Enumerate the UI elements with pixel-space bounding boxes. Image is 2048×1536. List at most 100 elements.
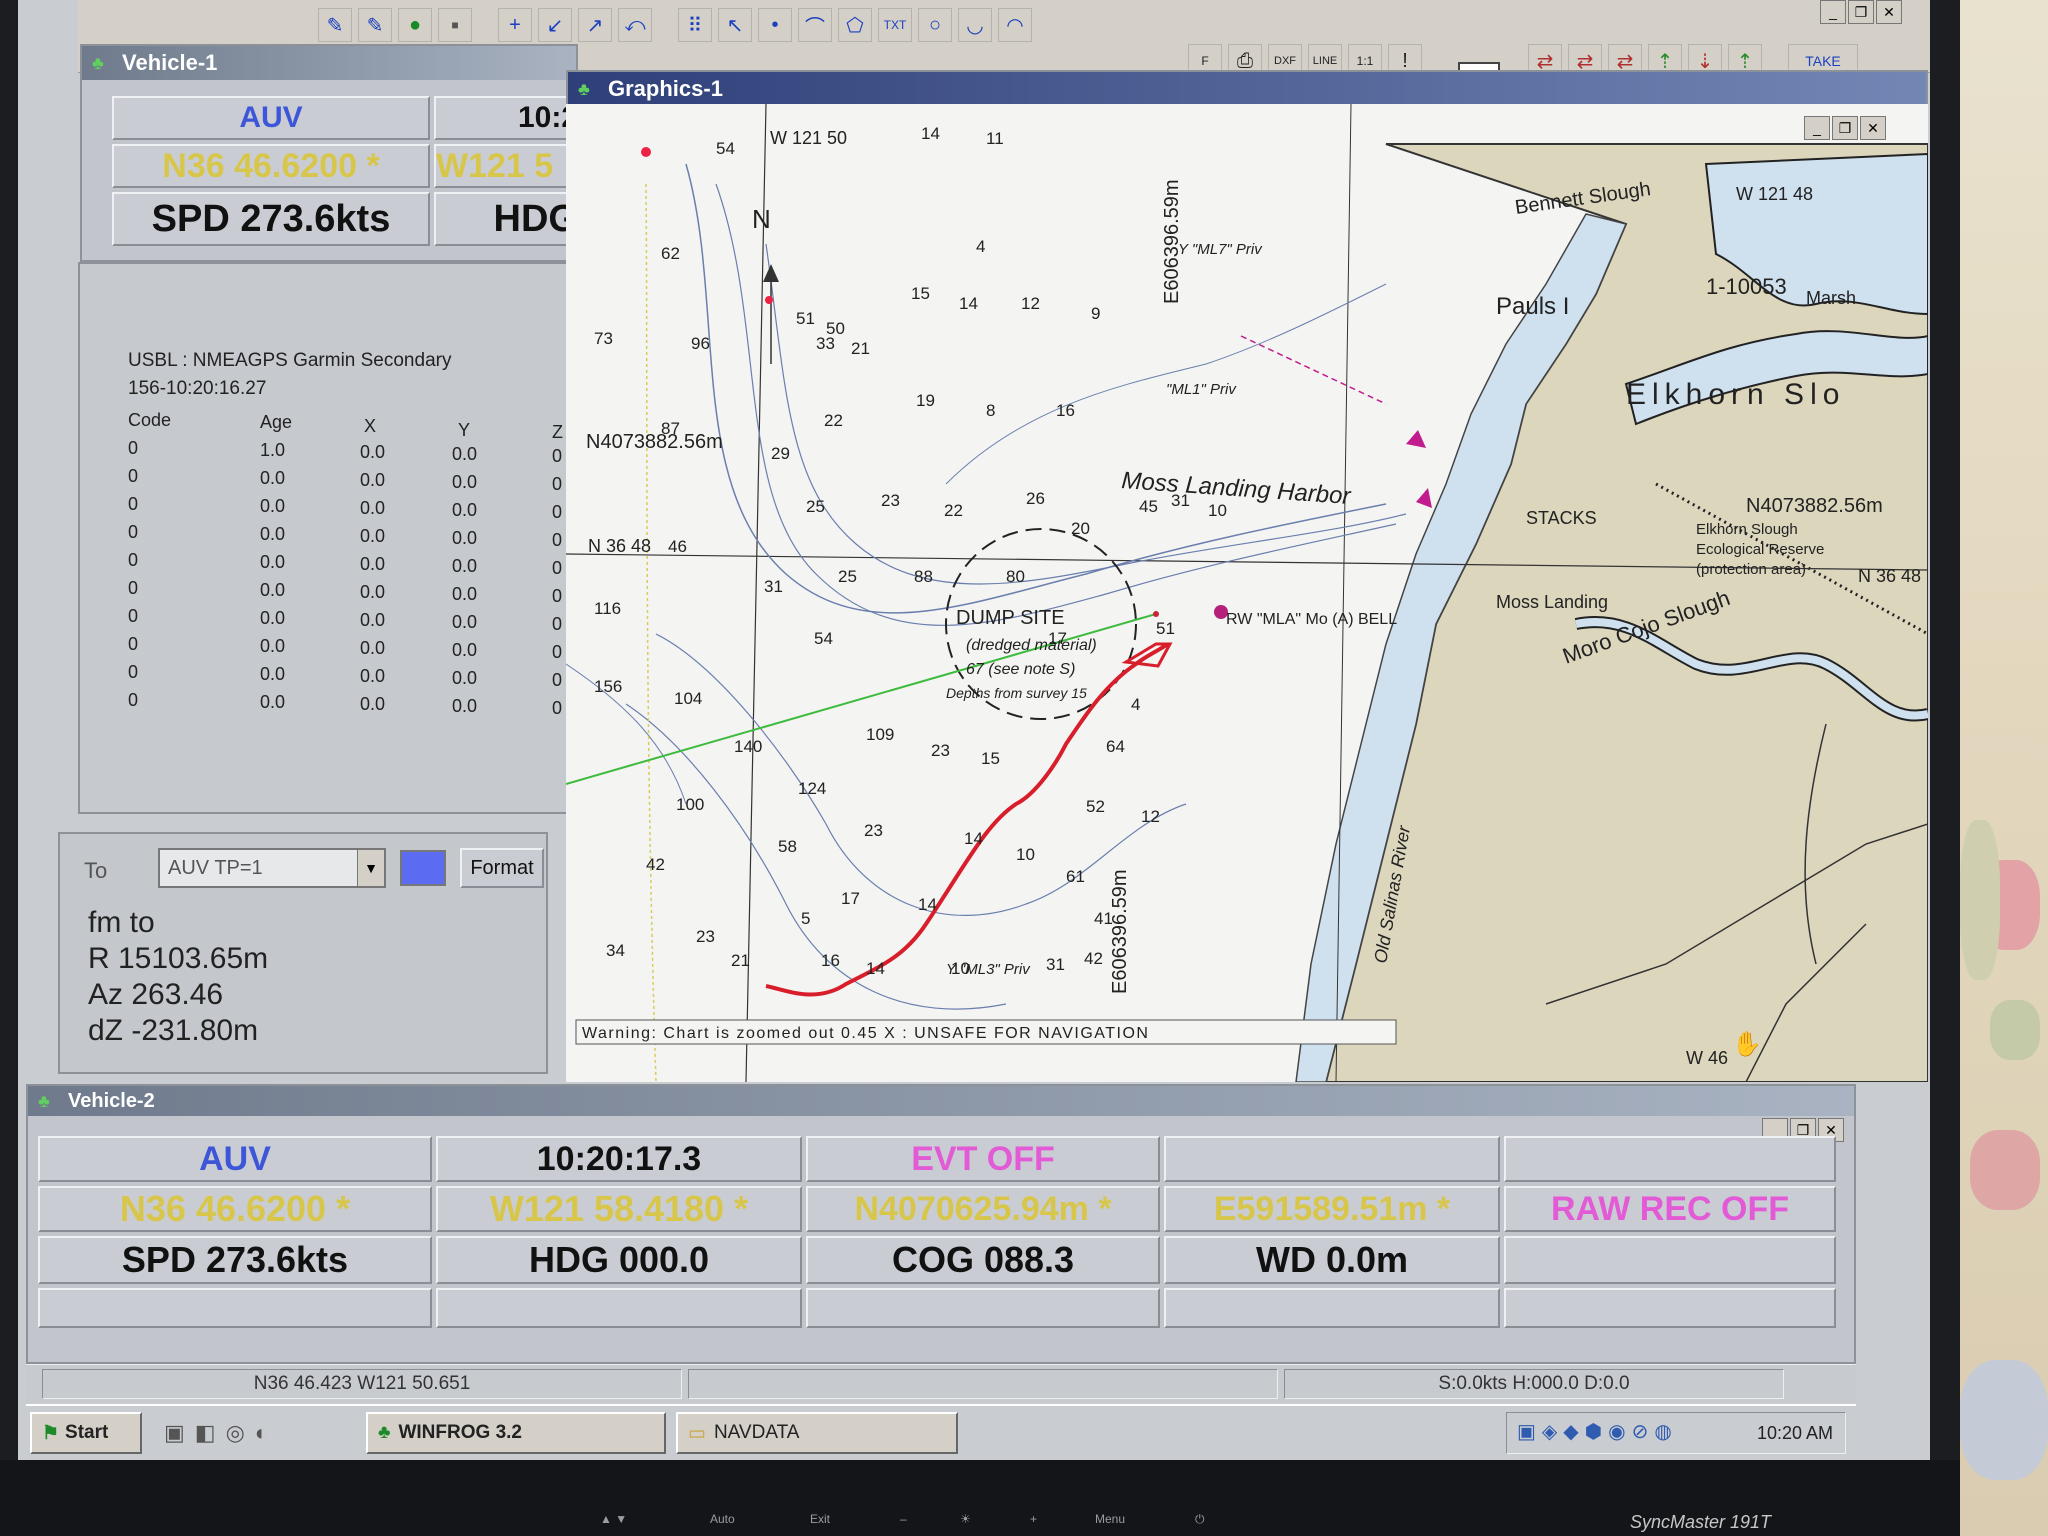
track-color-swatch[interactable] <box>400 850 446 886</box>
pan-hand-icon[interactable]: ✋ <box>1732 1030 1762 1058</box>
dot-tool-icon[interactable]: • <box>758 8 792 42</box>
monitor-button[interactable]: ▲ ▼ <box>600 1512 627 1526</box>
vehicle-1-titlebar[interactable]: ♣ Vehicle-1 <box>82 46 576 80</box>
monitor-brand: SyncMaster 191T <box>1630 1512 1772 1532</box>
stop-button[interactable]: ■ <box>438 8 472 42</box>
wall-map-background <box>1960 0 2048 1536</box>
pointer-icon[interactable]: ↖ <box>718 8 752 42</box>
usbl-cell: 0 <box>552 502 563 522</box>
restore-icon[interactable]: ❐ <box>1832 116 1858 140</box>
depth-sounding: 14 <box>959 294 978 313</box>
depth-sounding: 23 <box>864 821 883 840</box>
usbl-cell: 0.0 <box>360 470 386 490</box>
pin-tool-icon[interactable]: ✎ <box>358 8 392 42</box>
screen: ✎ ✎ ● ■ + ↙ ↗ ⤺ ⠿ ↖ • ⌒ ⬠ TXT ○ ◡ ◠ F ⎙ … <box>18 0 1930 1460</box>
line-up-icon[interactable]: ↗ <box>578 8 612 42</box>
taskbar: ⚑ Start ▣◧◎◐ ♣ WINFROG 3.2 ▭ NAVDATA ▣◈◆… <box>26 1404 1856 1460</box>
monitor-button[interactable]: ☀ <box>960 1512 971 1526</box>
curve-icon[interactable]: ⤺ <box>618 8 652 42</box>
vehicle-2-empty-1 <box>1164 1136 1500 1182</box>
depth-sounding: 34 <box>606 941 625 960</box>
usbl-cell: 0.0 <box>260 636 286 656</box>
usbl-cell: 0.0 <box>260 580 286 600</box>
depth-sounding: 51 <box>796 309 815 328</box>
depth-sounding: 31 <box>1046 955 1065 974</box>
arc-up-icon[interactable]: ◠ <box>998 8 1032 42</box>
usbl-panel: USBL : NMEAGPS Garmin Secondary 156-10:2… <box>78 262 576 814</box>
target-panel: To AUV TP=1 ▼ Format fm to R 15103.65m A… <box>58 832 548 1074</box>
vehicle-1-heading: HDG <box>434 192 580 246</box>
system-tray: ▣◈◆⬢◉⊘◍ 10:20 AM <box>1506 1412 1846 1454</box>
label-dump-note-1: (dredged material) <box>966 637 1097 654</box>
usbl-timestamp: 156-10:20:16.27 <box>128 378 267 399</box>
label-grid-east-bottom: E606396.59m <box>1109 869 1131 994</box>
usbl-cell: 0 <box>552 586 563 606</box>
polygon-icon[interactable]: ⬠ <box>838 8 872 42</box>
monitor-button[interactable]: – <box>900 1512 907 1526</box>
usbl-cell: 0 <box>552 642 563 662</box>
label-moss-landing: Moss Landing <box>1496 592 1608 612</box>
tray-icons[interactable]: ▣◈◆⬢◉⊘◍ <box>1517 1419 1678 1444</box>
range-value: R 15103.65m <box>88 942 269 975</box>
vehicle-2-titlebar[interactable]: ♣ Vehicle-2 <box>28 1086 1854 1116</box>
depth-sounding: 23 <box>881 491 900 510</box>
usbl-cell: 0.0 <box>360 638 386 658</box>
restore-icon[interactable]: ❐ <box>1848 0 1874 24</box>
usbl-cell: 0.0 <box>260 692 286 712</box>
monitor-button[interactable]: + <box>1030 1512 1037 1526</box>
taskbar-navdata[interactable]: ▭ NAVDATA <box>676 1412 958 1454</box>
vehicle-2-name: AUV <box>38 1136 432 1182</box>
close-icon[interactable]: ✕ <box>1876 0 1902 24</box>
usbl-cell: 0 <box>128 466 139 486</box>
usbl-cell: 0.0 <box>360 554 386 574</box>
graphics-1-title: Graphics-1 <box>608 76 723 101</box>
minimize-icon[interactable]: _ <box>1804 116 1830 140</box>
label-reference-number: 1-10053 <box>1706 274 1787 299</box>
vehicle-2-window: ♣ Vehicle-2 _ ❐ ✕ AUV 10:20:17.3 EVT OFF… <box>26 1084 1856 1364</box>
usbl-cell: 0 <box>552 698 563 718</box>
monitor-button[interactable]: Menu <box>1095 1512 1125 1526</box>
taskbar-winfrog[interactable]: ♣ WINFROG 3.2 <box>366 1412 666 1454</box>
close-icon[interactable]: ✕ <box>1860 116 1886 140</box>
line-down-icon[interactable]: ↙ <box>538 8 572 42</box>
usbl-source: USBL : NMEAGPS Garmin Secondary <box>128 350 452 371</box>
depth-sounding: 124 <box>798 779 826 798</box>
nautical-chart[interactable]: 54 51 50 14 11 62 96 87 33 21 22 29 19 8 16 15 14 12 9 4 25 2… <box>566 104 1928 1082</box>
draw-tool-icon[interactable]: ✎ <box>318 8 352 42</box>
format-button[interactable]: Format <box>460 848 544 888</box>
usbl-header-y: Y <box>458 420 471 440</box>
cursor-position: N36 46.423 W121 50.651 <box>42 1369 682 1399</box>
folder-icon: ▭ <box>688 1422 706 1444</box>
fix-button[interactable]: ● <box>398 8 432 42</box>
depth-sounding: 42 <box>1084 949 1103 968</box>
usbl-cell: 0 <box>128 634 139 654</box>
monitor-button[interactable]: ⏻ <box>1195 1512 1205 1527</box>
depth-sounding: 54 <box>716 139 735 158</box>
vehicle-1-window: ♣ Vehicle-1 AUV 10:2 N36 46.6200 * W121 … <box>80 44 580 262</box>
start-button[interactable]: ⚑ Start <box>30 1412 142 1454</box>
quick-launch-icons[interactable]: ▣◧◎◐ <box>164 1420 278 1446</box>
arc-down-icon[interactable]: ◡ <box>958 8 992 42</box>
minimize-icon[interactable]: _ <box>1820 0 1846 24</box>
depth-sounding: 8 <box>986 401 995 420</box>
depth-sounding: 73 <box>594 329 613 348</box>
chevron-down-icon[interactable]: ▼ <box>357 850 384 886</box>
polyline-icon[interactable]: ⌒ <box>798 8 832 42</box>
label-reserve-3: (protection area) <box>1696 561 1806 578</box>
graphics-1-titlebar[interactable]: ♣ Graphics-1 <box>568 72 1926 106</box>
monitor-button[interactable]: Exit <box>810 1512 830 1526</box>
depth-sounding: 21 <box>731 951 750 970</box>
usbl-cell: 0.0 <box>452 500 478 520</box>
depth-sounding: 80 <box>1006 567 1025 586</box>
vehicle-2-row4-cell <box>806 1288 1160 1328</box>
text-tool-icon[interactable]: TXT <box>878 8 912 42</box>
usbl-cell: 0.0 <box>360 526 386 546</box>
circle-tool-icon[interactable]: ○ <box>918 8 952 42</box>
target-select[interactable]: AUV TP=1 ▼ <box>158 848 386 888</box>
vehicle-2-cog: COG 088.3 <box>806 1236 1160 1284</box>
grid-select-icon[interactable]: ⠿ <box>678 8 712 42</box>
monitor-button[interactable]: Auto <box>710 1512 735 1526</box>
label-ml1: "ML1" Priv <box>1166 381 1237 398</box>
add-point-icon[interactable]: + <box>498 8 532 42</box>
depth-sounding: 15 <box>911 284 930 303</box>
